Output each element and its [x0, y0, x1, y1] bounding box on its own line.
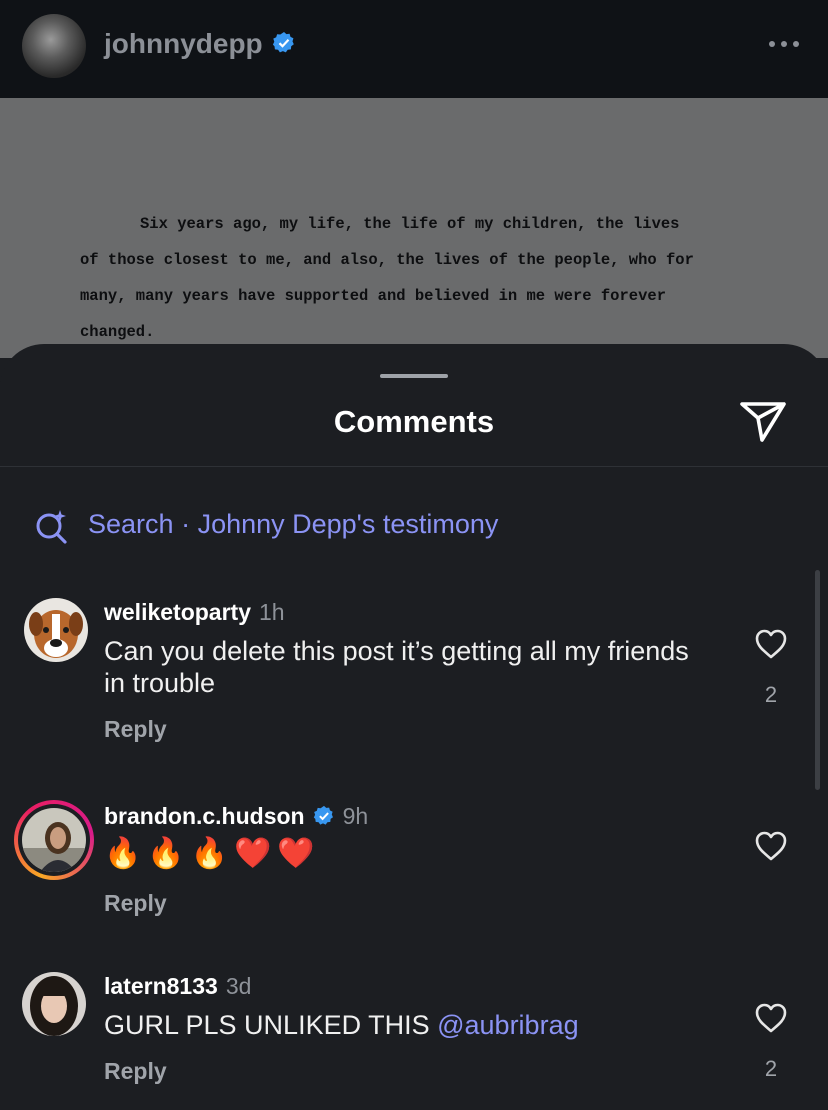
heart-icon[interactable]: [754, 830, 788, 862]
reply-button[interactable]: Reply: [104, 890, 167, 917]
search-query: Johnny Depp's testimony: [197, 509, 499, 539]
scrollbar[interactable]: [815, 570, 820, 790]
search-separator: ·: [173, 509, 198, 539]
profile-avatar[interactable]: [22, 14, 86, 78]
avatar[interactable]: [22, 972, 86, 1036]
comment-text: 🔥🔥🔥❤️❤️: [104, 837, 321, 870]
comment-text: Can you delete this post it’s getting al…: [104, 636, 689, 698]
post-letter-text: Six years ago, my life, the life of my c…: [80, 206, 780, 350]
avatar[interactable]: [22, 808, 86, 872]
comment-username[interactable]: brandon.c.hudson 9h: [104, 803, 368, 830]
sheet-drag-handle[interactable]: [380, 374, 448, 378]
post-letter-line: of those closest to me, and also, the li…: [80, 251, 694, 269]
like-count: 2: [764, 682, 778, 707]
comment-username[interactable]: weliketoparty 1h: [104, 599, 285, 626]
heart-icon[interactable]: [754, 1002, 788, 1034]
send-icon[interactable]: [738, 400, 788, 444]
more-icon[interactable]: [766, 36, 802, 52]
verified-badge-icon: [272, 32, 294, 53]
ai-search-icon[interactable]: [34, 508, 70, 544]
search-suggestion[interactable]: Search · Johnny Depp's testimony: [88, 509, 498, 540]
verified-badge-icon: [313, 805, 333, 825]
post-letter-line: many, many years have supported and beli…: [80, 287, 666, 305]
comment-time: 1h: [259, 599, 285, 625]
search-prefix: Search: [88, 509, 174, 539]
comment-text: GURL PLS UNLIKED THIS @aubribrag: [104, 1009, 704, 1041]
post-letter-line: Six years ago, my life, the life of my c…: [140, 215, 680, 233]
heart-icon[interactable]: [754, 628, 788, 660]
comment-time: 3d: [225, 973, 252, 999]
comment-username-text: weliketoparty: [104, 599, 251, 625]
person-avatar-image: [22, 808, 86, 872]
reply-button[interactable]: Reply: [104, 1058, 167, 1085]
comment-username-text: latern8133: [104, 973, 218, 999]
comment-text-body: GURL PLS UNLIKED THIS: [104, 1010, 438, 1040]
person-avatar-image: [22, 972, 86, 1036]
comments-title: Comments: [333, 404, 495, 439]
dog-avatar-image: [24, 598, 88, 662]
comment-time: 9h: [342, 803, 369, 829]
mention-link[interactable]: @aubribrag: [437, 1010, 579, 1040]
divider: [0, 466, 828, 467]
like-count: 2: [764, 1056, 778, 1081]
avatar[interactable]: [24, 598, 88, 662]
comment-username[interactable]: latern8133 3d: [104, 973, 251, 1000]
profile-username[interactable]: johnnydepp: [104, 28, 263, 60]
comment-username-text: brandon.c.hudson: [104, 803, 305, 829]
reply-button[interactable]: Reply: [104, 716, 167, 743]
